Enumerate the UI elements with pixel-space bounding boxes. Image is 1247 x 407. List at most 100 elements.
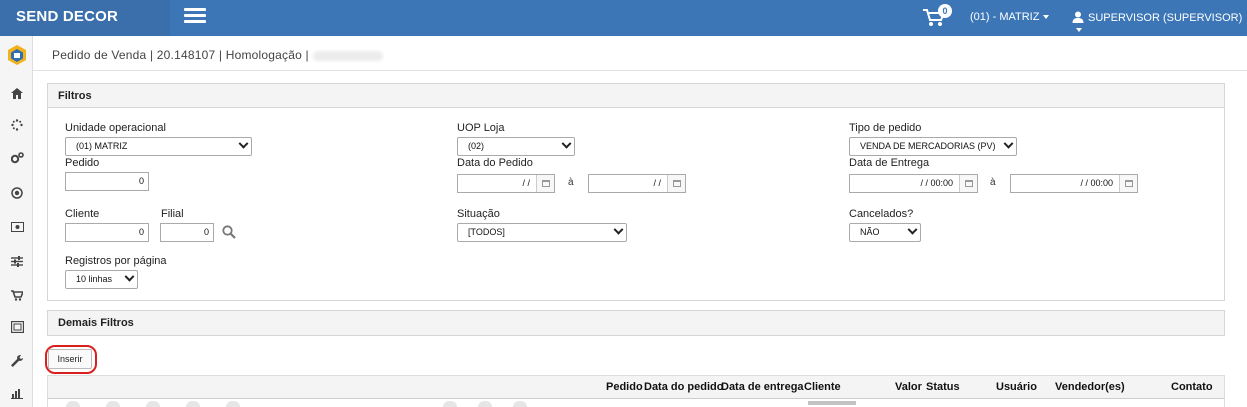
app-logo-icon[interactable] — [6, 44, 28, 66]
cliente-input[interactable]: 0 — [65, 223, 149, 242]
home-icon[interactable] — [8, 84, 26, 102]
chevron-down-icon — [1003, 138, 1014, 149]
calendar-icon[interactable] — [1119, 175, 1137, 192]
brand-logo[interactable]: SEND DECOR — [0, 0, 170, 36]
chevron-down-icon — [907, 224, 918, 235]
caret-down-icon — [1076, 28, 1082, 33]
row-action-icon[interactable] — [186, 401, 200, 407]
breadcrumb: Pedido de Venda | 20.148107 | Homologaçã… — [52, 48, 383, 62]
breadcrumb-bar: Pedido de Venda | 20.148107 | Homologaçã… — [33, 36, 1247, 71]
top-navbar: SEND DECOR 0 (01) - MATRIZ SUPERVISOR (S… — [0, 0, 1247, 36]
bar-chart-icon[interactable] — [8, 384, 26, 402]
branch-dropdown[interactable]: (01) - MATRIZ — [970, 11, 1050, 23]
column-header-status[interactable]: Status — [926, 381, 960, 393]
row-action-icon[interactable] — [146, 401, 160, 407]
row-action-icon[interactable] — [513, 401, 527, 407]
data-entrega-from-input[interactable]: / / 00:00 — [849, 174, 978, 193]
chevron-down-icon — [238, 138, 249, 149]
user-icon — [1072, 11, 1084, 23]
data-pedido-from-input[interactable]: / / — [457, 174, 555, 193]
chevron-down-icon — [124, 271, 135, 282]
date-range-separator: à — [568, 177, 574, 188]
row-action-icon[interactable] — [226, 401, 240, 407]
main-content: Pedido de Venda | 20.148107 | Homologaçã… — [33, 36, 1247, 407]
filial-input[interactable]: 0 — [160, 223, 214, 242]
date-value: / / — [653, 178, 661, 188]
column-header-pedido[interactable]: Pedido — [606, 381, 643, 393]
redacted-area — [312, 50, 383, 61]
row-action-icon[interactable] — [66, 401, 80, 407]
spinner-icon[interactable] — [8, 116, 26, 134]
user-label: SUPERVISOR (SUPERVISOR) — [1088, 12, 1243, 24]
user-menu[interactable]: SUPERVISOR (SUPERVISOR) — [1072, 11, 1247, 36]
registros-select[interactable]: 10 linhas — [65, 270, 138, 289]
calendar-icon[interactable] — [536, 175, 554, 192]
tipo-label: Tipo de pedido — [849, 122, 922, 134]
picture-icon[interactable] — [8, 318, 26, 336]
tipo-select[interactable]: VENDA DE MERCADORIAS (PV) — [849, 137, 1017, 156]
unidade-value: (01) MATRIZ — [76, 141, 128, 151]
datetime-value: / / 00:00 — [1080, 178, 1113, 188]
search-icon[interactable] — [222, 225, 236, 239]
calendar-icon[interactable] — [959, 175, 977, 192]
calendar-icon[interactable] — [667, 175, 685, 192]
cliente-label: Cliente — [65, 208, 100, 220]
row-action-icon[interactable] — [478, 401, 492, 407]
filial-label: Filial — [161, 208, 184, 220]
chevron-down-icon — [613, 224, 624, 235]
datetime-value: / / 00:00 — [920, 178, 953, 188]
caret-down-icon — [1043, 15, 1050, 20]
situacao-select[interactable]: [TODOS] — [457, 223, 627, 242]
column-header-data-entrega[interactable]: Data de entrega — [721, 381, 804, 393]
sidebar — [0, 36, 33, 407]
table-header: Pedido Data do pedido Data de entrega Cl… — [47, 375, 1225, 399]
settings-icon[interactable] — [8, 149, 26, 167]
breadcrumb-text: Pedido de Venda | 20.148107 | Homologaçã… — [52, 48, 309, 62]
data-entrega-to-input[interactable]: / / 00:00 — [1010, 174, 1138, 193]
row-partial-text — [808, 401, 856, 405]
situacao-value: [TODOS] — [468, 227, 505, 237]
cart-count-badge: 0 — [938, 4, 952, 18]
table-row[interactable] — [47, 399, 1225, 407]
cancelados-value: NÃO — [860, 227, 880, 237]
hamburger-menu-icon[interactable] — [184, 8, 206, 26]
cart-icon[interactable] — [8, 286, 26, 304]
data-pedido-to-input[interactable]: / / — [588, 174, 686, 193]
tipo-value: VENDA DE MERCADORIAS (PV) — [860, 141, 996, 151]
target-icon[interactable] — [8, 184, 26, 202]
branch-label: (01) - MATRIZ — [970, 11, 1040, 23]
column-header-valor[interactable]: Valor — [895, 381, 922, 393]
more-filters-title[interactable]: Demais Filtros — [48, 311, 1224, 335]
column-header-usuario[interactable]: Usuário — [996, 381, 1037, 393]
unidade-select[interactable]: (01) MATRIZ — [65, 137, 252, 156]
uop-select[interactable]: (02) — [457, 137, 575, 156]
uop-value: (02) — [468, 141, 485, 151]
unidade-label: Unidade operacional — [65, 122, 166, 134]
registros-label: Registros por página — [65, 255, 167, 267]
column-header-data-pedido[interactable]: Data do pedido — [644, 381, 723, 393]
pedido-label: Pedido — [65, 157, 100, 169]
more-filters-panel[interactable]: Demais Filtros — [47, 310, 1225, 336]
insert-button[interactable]: Inserir — [48, 349, 92, 369]
data-pedido-label: Data do Pedido — [457, 157, 533, 169]
column-header-contato[interactable]: Contato — [1171, 381, 1213, 393]
money-icon[interactable] — [8, 218, 26, 236]
column-header-vendedores[interactable]: Vendedor(es) — [1055, 381, 1125, 393]
column-header-cliente[interactable]: Cliente — [804, 381, 841, 393]
cancelados-select[interactable]: NÃO — [849, 223, 921, 242]
uop-label: UOP Loja — [457, 122, 505, 134]
chevron-down-icon — [561, 138, 572, 149]
row-action-icon[interactable] — [443, 401, 457, 407]
filters-panel: Filtros Unidade operacional (01) MATRIZ … — [47, 83, 1225, 301]
wrench-icon[interactable] — [8, 352, 26, 370]
date-range-separator: à — [990, 177, 996, 188]
sliders-icon[interactable] — [8, 252, 26, 270]
data-entrega-label: Data de Entrega — [849, 157, 930, 169]
situacao-label: Situação — [457, 208, 500, 220]
cancelados-label: Cancelados? — [849, 208, 914, 220]
filters-panel-title: Filtros — [48, 84, 1224, 108]
registros-value: 10 linhas — [76, 274, 113, 284]
date-value: / / — [522, 178, 530, 188]
pedido-input[interactable]: 0 — [65, 172, 149, 191]
row-action-icon[interactable] — [106, 401, 120, 407]
